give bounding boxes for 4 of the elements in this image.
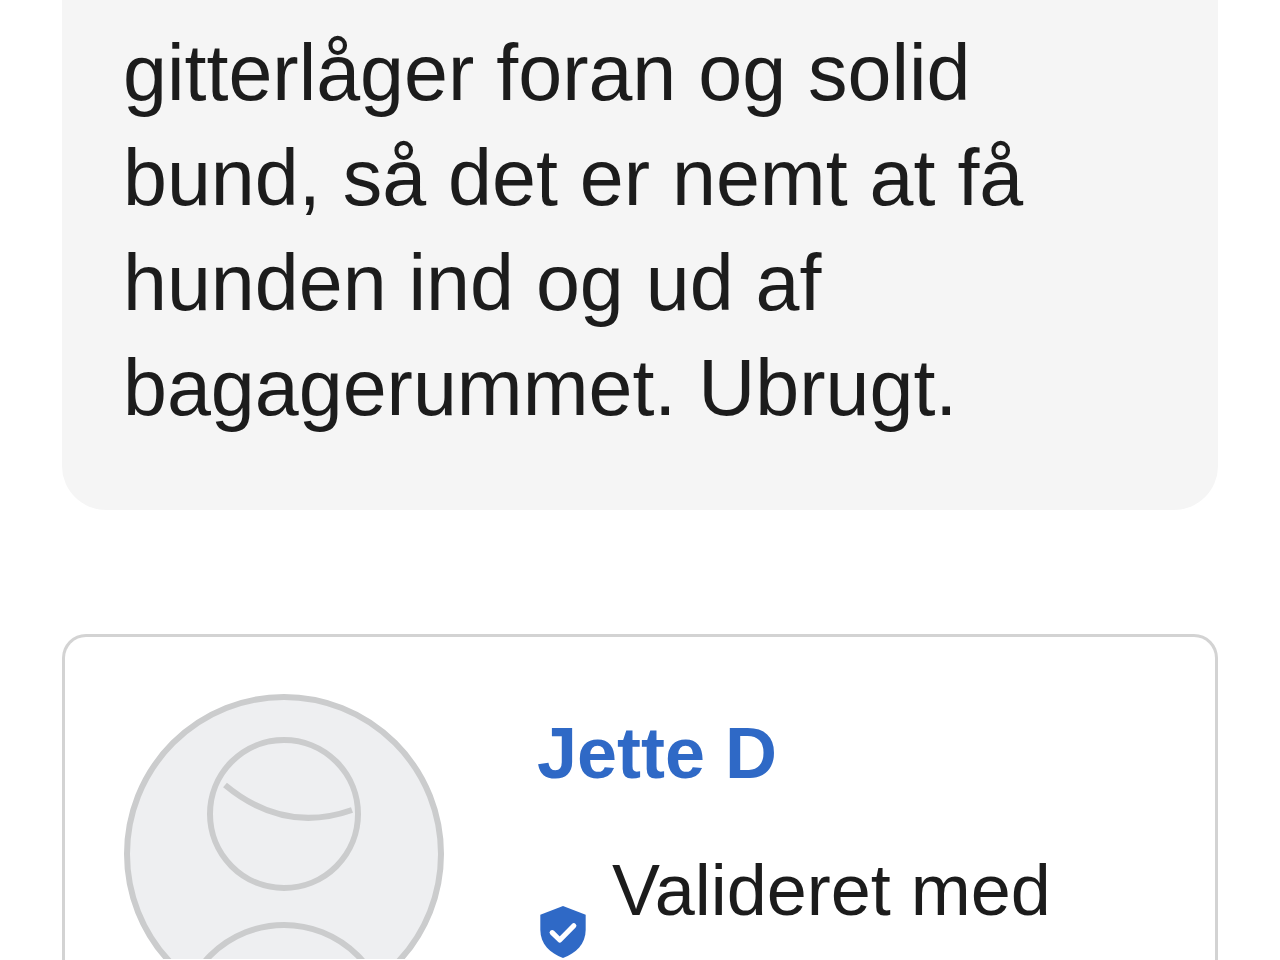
seller-name-link[interactable]: Jette D [537, 710, 778, 796]
verification-text: Valideret med [612, 849, 1051, 932]
description-text: gitterlåger foran og solid bund, så det er nemt at få hunden ind og ud af bagagerummet. Ubrugt. [123, 27, 1025, 434]
avatar-placeholder-icon [124, 694, 444, 959]
